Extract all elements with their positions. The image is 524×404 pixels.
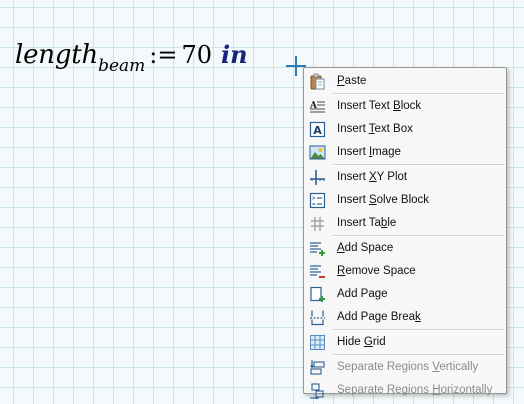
table-icon — [309, 215, 326, 232]
svg-text:=: = — [312, 201, 316, 208]
menu-item-insert-text-box[interactable]: A Insert Text Box — [304, 118, 506, 141]
math-define-operator: := — [149, 41, 178, 69]
separate-vertical-icon — [309, 359, 326, 376]
image-icon — [309, 144, 326, 161]
page-break-icon — [309, 309, 326, 326]
menu-item-separate-regions-vertically: Separate Regions Vertically — [304, 356, 506, 379]
menu-item-separate-regions-horizontally: Separate Regions Horizontally — [304, 379, 506, 402]
svg-text:A: A — [313, 124, 322, 137]
menu-item-paste[interactable]: Paste — [304, 70, 506, 93]
text-block-icon: A — [309, 98, 326, 115]
menu-item-remove-space[interactable]: Remove Space — [304, 260, 506, 283]
math-unit: in — [221, 40, 248, 69]
solve-block-icon: > = — [309, 192, 326, 209]
context-menu: Paste A Insert Text Block A Insert Text … — [303, 67, 507, 400]
add-page-icon — [309, 286, 326, 303]
menu-item-add-space[interactable]: Add Space — [304, 237, 506, 260]
separate-horizontal-icon — [309, 382, 326, 400]
menu-item-insert-solve-block[interactable]: > = Insert Solve Block — [304, 189, 506, 212]
math-variable-name: length — [15, 40, 99, 70]
math-definition-region[interactable]: lengthbeam:= 70 in — [15, 40, 248, 76]
menu-item-insert-table[interactable]: Insert Table — [304, 212, 506, 235]
menu-item-insert-xy-plot[interactable]: Insert XY Plot — [304, 166, 506, 189]
clipboard-icon — [309, 73, 326, 90]
worksheet-canvas[interactable]: lengthbeam:= 70 in Paste A Insert Text … — [0, 0, 524, 404]
text-box-icon: A — [309, 121, 326, 138]
grid-icon — [309, 334, 326, 351]
xy-plot-icon — [309, 169, 326, 186]
math-variable-subscript: beam — [98, 56, 146, 76]
remove-space-icon — [309, 263, 326, 280]
add-space-icon — [309, 240, 326, 257]
menu-item-add-page-break[interactable]: Add Page Break — [304, 306, 506, 329]
math-value: 70 — [181, 41, 213, 69]
menu-item-insert-text-block[interactable]: A Insert Text Block — [304, 95, 506, 118]
menu-item-add-page[interactable]: Add Page — [304, 283, 506, 306]
menu-item-insert-image[interactable]: Insert Image — [304, 141, 506, 164]
menu-item-hide-grid[interactable]: Hide Grid — [304, 331, 506, 354]
